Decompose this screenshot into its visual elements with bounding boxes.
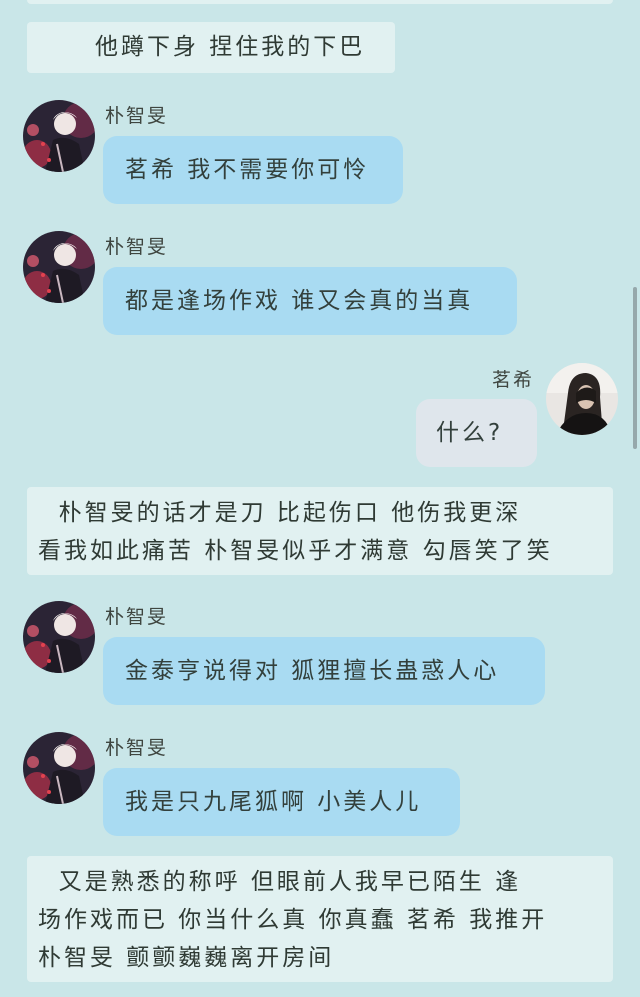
scrollbar[interactable] <box>633 287 637 449</box>
narration-box: 他蹲下身 捏住我的下巴 <box>27 22 395 73</box>
previous-narration-edge <box>27 0 613 4</box>
avatar-mingxi-icon[interactable] <box>546 363 618 435</box>
narration-box: 又是熟悉的称呼 但眼前人我早已陌生 逢 场作戏而已 你当什么真 你真蠢 茗希 我… <box>27 856 613 982</box>
narration-box: 朴智旻的话才是刀 比起伤口 他伤我更深 看我如此痛苦 朴智旻似乎才满意 勾唇笑了… <box>27 487 613 575</box>
sender-name-jimin: 朴智旻 <box>105 105 169 127</box>
sender-name-jimin: 朴智旻 <box>105 606 169 628</box>
message-bubble-left[interactable]: 金泰亨说得对 狐狸擅长蛊惑人心 <box>103 637 545 705</box>
sender-name-jimin: 朴智旻 <box>105 737 169 759</box>
sender-name-jimin: 朴智旻 <box>105 236 169 258</box>
message-bubble-left[interactable]: 我是只九尾狐啊 小美人儿 <box>103 768 460 836</box>
message-bubble-right[interactable]: 什么? <box>416 399 537 467</box>
avatar-jimin-icon[interactable] <box>23 231 95 303</box>
avatar-jimin-icon[interactable] <box>23 100 95 172</box>
avatar-jimin-icon[interactable] <box>23 732 95 804</box>
message-bubble-left[interactable]: 茗希 我不需要你可怜 <box>103 136 403 204</box>
sender-name-mingxi: 茗希 <box>492 369 535 391</box>
message-bubble-left[interactable]: 都是逢场作戏 谁又会真的当真 <box>103 267 517 335</box>
avatar-jimin-icon[interactable] <box>23 601 95 673</box>
